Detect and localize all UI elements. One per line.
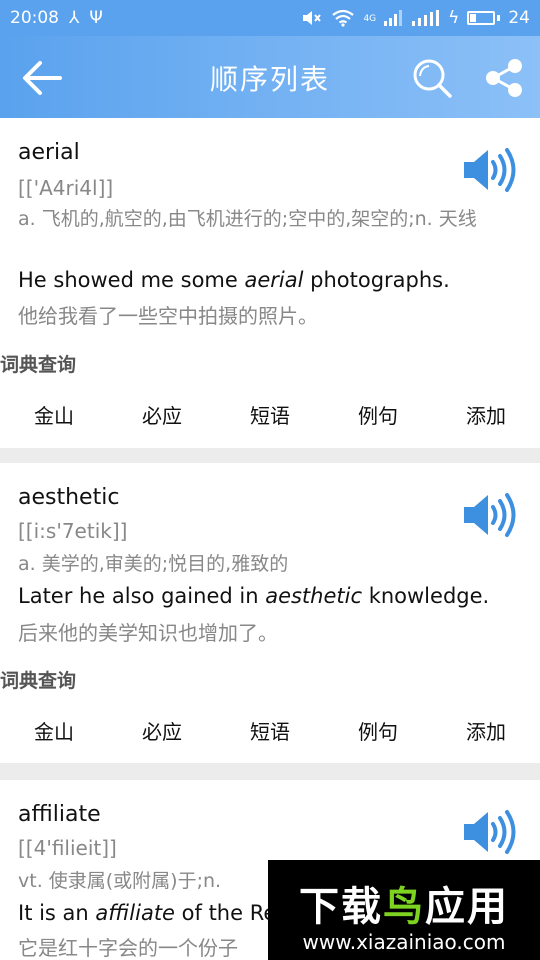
- dict-section-label: 词典查询: [0, 354, 77, 376]
- network-type-badge: 4G: [363, 14, 377, 24]
- dict-button-biying[interactable]: 必应: [108, 400, 216, 429]
- speaker-icon[interactable]: [462, 146, 520, 194]
- wifi-icon: [332, 9, 355, 27]
- status-bar: 20:08 ⅄ Ψ 4G ϟ 24: [0, 0, 540, 36]
- dict-button-add[interactable]: 添加: [432, 400, 540, 429]
- dict-button-jinshan[interactable]: 金山: [0, 400, 108, 429]
- word-definition: a. 飞机的,航空的,由飞机进行的;空中的,架空的;n. 天线: [18, 208, 477, 230]
- status-time: 20:08: [10, 8, 59, 28]
- page-title: 顺序列表: [209, 63, 330, 96]
- word-definition: a. 美学的,审美的;悦目的,雅致的: [18, 553, 289, 575]
- word-card: aerial [['A4ri4l]] a. 飞机的,航空的,由飞机进行的;空中的…: [0, 118, 540, 448]
- dict-button-phrase[interactable]: 短语: [216, 716, 324, 745]
- word-card: aesthetic [[i:s'7etik]] a. 美学的,审美的;悦目的,雅…: [0, 463, 540, 763]
- watermark-title: 下载鸟应用: [299, 884, 509, 930]
- dict-button-add[interactable]: 添加: [432, 716, 540, 745]
- usb-debug-icon: ⅄: [69, 7, 80, 28]
- watermark-logo: 下载鸟应用 www.xiazainiao.com: [268, 860, 540, 960]
- word-headword: aesthetic: [18, 485, 120, 510]
- speaker-icon[interactable]: [462, 808, 520, 856]
- search-icon[interactable]: [410, 56, 454, 100]
- example-sentence: Later he also gained in aesthetic knowle…: [18, 584, 490, 608]
- app-bar: 顺序列表: [0, 36, 540, 118]
- dict-button-jinshan[interactable]: 金山: [0, 716, 108, 745]
- word-phonetic: [[i:s'7etik]]: [18, 519, 128, 543]
- signal-2-icon: [412, 10, 440, 26]
- speaker-icon[interactable]: [462, 491, 520, 539]
- word-phonetic: [['A4ri4l]]: [18, 176, 114, 200]
- dict-button-row: 金山 必应 短语 例句 添加: [0, 716, 540, 745]
- example-translation: 后来他的美学知识也增加了。: [18, 621, 278, 645]
- example-translation: 他给我看了一些空中拍摄的照片。: [18, 304, 318, 328]
- dict-button-row: 金山 必应 短语 例句 添加: [0, 400, 540, 429]
- word-headword: aerial: [18, 140, 80, 165]
- word-phonetic: [[4'filieit]]: [18, 836, 117, 860]
- charging-icon: ϟ: [448, 7, 460, 28]
- dict-button-example[interactable]: 例句: [324, 716, 432, 745]
- share-icon[interactable]: [484, 56, 524, 100]
- watermark-url: www.xiazainiao.com: [302, 930, 506, 954]
- example-sentence: He showed me some aerial photographs.: [18, 268, 450, 292]
- dict-section-label: 词典查询: [0, 670, 77, 692]
- word-headword: affiliate: [18, 802, 101, 827]
- dict-button-biying[interactable]: 必应: [108, 716, 216, 745]
- usb-icon: Ψ: [89, 7, 103, 28]
- signal-1-icon: [384, 10, 403, 26]
- battery-level: 24: [508, 8, 530, 28]
- mute-icon: [303, 11, 322, 25]
- dict-button-phrase[interactable]: 短语: [216, 400, 324, 429]
- battery-icon: [467, 11, 501, 25]
- dict-button-example[interactable]: 例句: [324, 400, 432, 429]
